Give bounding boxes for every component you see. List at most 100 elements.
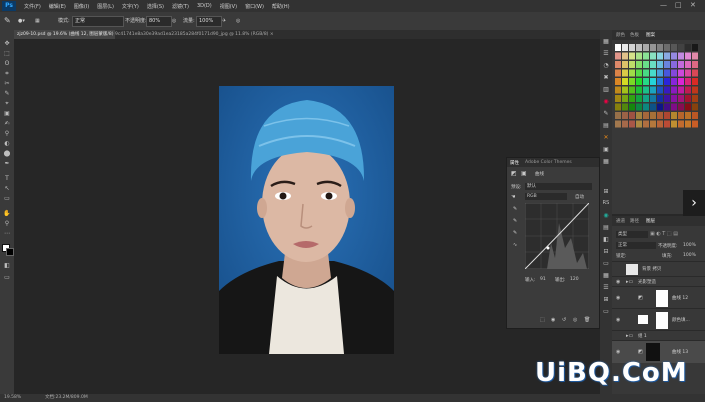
glyphs-panel-icon[interactable]: ▦ <box>602 158 610 165</box>
swatch[interactable] <box>615 120 621 128</box>
swatch[interactable] <box>622 44 628 51</box>
layer-name[interactable]: 光影塑造 <box>638 279 656 285</box>
swatch[interactable] <box>685 78 691 85</box>
more-tools-icon[interactable]: ⋯ <box>3 230 11 237</box>
swatch[interactable] <box>678 61 684 68</box>
timeline-icon[interactable]: ▦ <box>602 272 610 279</box>
swatch[interactable] <box>636 103 642 111</box>
paragraph-panel-icon[interactable]: ▣ <box>602 146 610 153</box>
swatch[interactable] <box>671 103 677 111</box>
history-panel-icon[interactable]: ◔ <box>602 62 610 69</box>
swatch[interactable] <box>650 112 656 119</box>
tool-presets-icon[interactable]: ✖ <box>602 74 610 81</box>
menu-filter[interactable]: 滤镜(T) <box>172 3 189 10</box>
pressure-size-icon[interactable]: ◎ <box>236 16 240 26</box>
swatch[interactable] <box>650 120 656 128</box>
swatch[interactable] <box>664 52 670 60</box>
visibility-eye-icon[interactable]: ◉ <box>616 295 620 301</box>
zoom-tool-icon[interactable]: ⚲ <box>3 220 11 227</box>
layer-kind-filter[interactable]: 类型 <box>616 231 648 238</box>
layer-comps-icon[interactable]: ▤ <box>602 224 610 231</box>
swatch[interactable] <box>629 44 635 51</box>
swatch[interactable] <box>678 44 684 51</box>
marquee-tool-icon[interactable]: ⬚ <box>3 50 11 57</box>
portrait-photo[interactable] <box>219 86 394 354</box>
brush-panel-icon[interactable]: ✎ <box>602 110 610 117</box>
tab-patterns[interactable]: 图案 <box>646 32 655 38</box>
minimize-button[interactable]: — <box>660 1 667 9</box>
swatch[interactable] <box>678 69 684 77</box>
swatch[interactable] <box>629 78 635 85</box>
layer-row[interactable]: ◉ ◩ 曲线 12 <box>612 286 705 309</box>
swatch[interactable] <box>671 86 677 94</box>
brush-settings-icon[interactable]: ▤ <box>602 122 610 129</box>
auto-button[interactable]: 自动 <box>575 194 584 200</box>
swatch[interactable] <box>643 120 649 128</box>
blend-mode-select[interactable]: 正常 <box>616 242 656 249</box>
swatch[interactable] <box>671 95 677 102</box>
swatch[interactable] <box>636 78 642 85</box>
brush-tool-icon[interactable]: ✎ <box>4 16 11 26</box>
swatch[interactable] <box>657 78 663 85</box>
swatch[interactable] <box>636 86 642 94</box>
swatch[interactable] <box>657 120 663 128</box>
swatch[interactable] <box>636 69 642 77</box>
swatch[interactable] <box>615 95 621 102</box>
airbrush-icon[interactable]: ✈ <box>222 16 226 26</box>
swatch[interactable] <box>622 78 628 85</box>
tab-layers[interactable]: 图层 <box>646 218 655 224</box>
adjustments-panel-icon[interactable]: ☰ <box>602 50 610 57</box>
layer-opacity-value[interactable]: 100% <box>683 243 696 248</box>
menu-3d[interactable]: 3D(D) <box>197 3 212 9</box>
visibility-icon[interactable]: ◎ <box>573 317 577 323</box>
swatch[interactable] <box>650 86 656 94</box>
swatch[interactable] <box>622 69 628 77</box>
swatch[interactable] <box>664 120 670 128</box>
swatch[interactable] <box>657 86 663 94</box>
swatch[interactable] <box>685 103 691 111</box>
swatch[interactable] <box>685 61 691 68</box>
swatch[interactable] <box>671 120 677 128</box>
filter-icons[interactable]: ▣ ◐ T ⬚ ▤ <box>650 231 678 237</box>
healing-tool-icon[interactable]: ⌖ <box>3 100 11 107</box>
swatch[interactable] <box>650 103 656 111</box>
menu-edit[interactable]: 编辑(E) <box>49 3 66 10</box>
swatch[interactable] <box>657 61 663 68</box>
swatch[interactable] <box>692 69 698 77</box>
eyedropper-white-icon[interactable]: ✎ <box>513 230 517 236</box>
pressure-opacity-icon[interactable]: ◎ <box>172 16 176 26</box>
swatch[interactable] <box>657 95 663 102</box>
swatch[interactable] <box>678 95 684 102</box>
mask-icon[interactable]: ▣ <box>521 170 527 177</box>
eyedropper-black-icon[interactable]: ✎ <box>513 206 517 212</box>
swatch[interactable] <box>615 78 621 85</box>
swatch[interactable] <box>664 112 670 119</box>
swatch[interactable] <box>615 103 621 111</box>
swatch[interactable] <box>622 86 628 94</box>
menu-type[interactable]: 文字(Y) <box>122 3 139 10</box>
layer-name[interactable]: 组 1 <box>638 333 647 339</box>
clip-to-layer-icon[interactable]: ⬚ <box>540 317 545 323</box>
swatch[interactable] <box>622 112 628 119</box>
flow-input[interactable]: 100% <box>196 16 222 27</box>
swatch[interactable] <box>636 52 642 60</box>
input-value[interactable]: 91 <box>540 277 546 282</box>
paths-icon[interactable]: ⊞ <box>602 188 610 195</box>
swatch-grid[interactable] <box>615 44 699 130</box>
mode-select[interactable]: 正常 <box>72 16 124 27</box>
swatch[interactable] <box>643 52 649 60</box>
character-panel-icon[interactable]: ✕ <box>602 134 610 141</box>
preset-select[interactable]: 默认 <box>525 183 592 190</box>
tab-adobe-color-themes[interactable]: Adobe Color Themes <box>525 160 572 165</box>
swatch[interactable] <box>636 112 642 119</box>
gradient-tool-icon[interactable]: ⬤ <box>3 150 11 157</box>
curves-graph[interactable] <box>525 203 589 269</box>
swatch[interactable] <box>678 86 684 94</box>
layer-name[interactable]: 颜色填... <box>672 317 690 323</box>
swatch[interactable] <box>664 103 670 111</box>
menu-layer[interactable]: 图层(L) <box>97 3 114 10</box>
swatch[interactable] <box>650 95 656 102</box>
quick-select-tool-icon[interactable]: ⌗ <box>3 70 11 77</box>
swatch[interactable] <box>664 44 670 51</box>
lasso-tool-icon[interactable]: ʘ <box>3 60 11 67</box>
